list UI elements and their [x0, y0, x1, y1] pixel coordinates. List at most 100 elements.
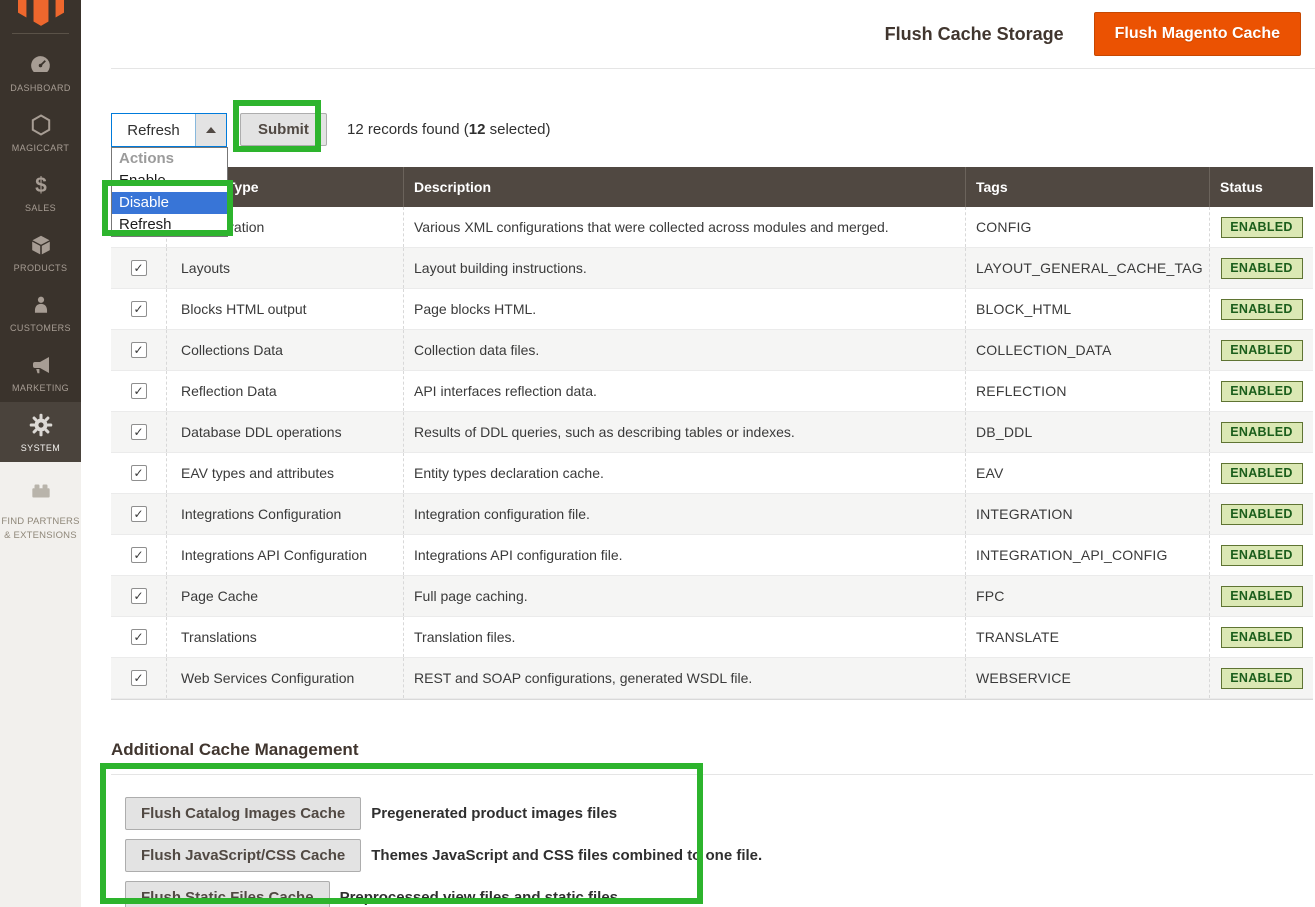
sidebar-item-marketing[interactable]: MARKETING [0, 342, 81, 402]
tags-cell: COLLECTION_DATA [965, 330, 1209, 370]
status-cell: ENABLED [1209, 494, 1313, 534]
tags-cell: BLOCK_HTML [965, 289, 1209, 329]
sidebar-item-label: MARKETING [12, 383, 69, 393]
checkbox-cell: ✓ [111, 330, 166, 370]
tags-cell: TRANSLATE [965, 617, 1209, 657]
action-select[interactable]: Refresh [111, 113, 227, 147]
status-badge: ENABLED [1221, 463, 1303, 484]
description-cell: Collection data files. [403, 330, 965, 370]
row-checkbox[interactable]: ✓ [131, 301, 147, 317]
checkbox-cell: ✓ [111, 576, 166, 616]
header-status[interactable]: Status [1209, 167, 1313, 207]
dropdown-group-label: Actions [112, 148, 227, 170]
description-cell: Translation files. [403, 617, 965, 657]
checkbox-cell: ✓ [111, 535, 166, 575]
header-tags[interactable]: Tags [965, 167, 1209, 207]
marketing-icon [29, 352, 53, 378]
checkbox-cell: ✓ [111, 617, 166, 657]
sidebar-item-label: PRODUCTS [14, 263, 68, 273]
magento-logo[interactable] [0, 0, 81, 33]
sidebar-item-find-partners[interactable]: FIND PARTNERS & EXTENSIONS [0, 478, 81, 544]
sales-icon: $ [29, 172, 53, 198]
status-cell: ENABLED [1209, 371, 1313, 411]
cache-type-cell: Integrations API Configuration [166, 535, 403, 575]
table-row: ✓Database DDL operationsResults of DDL q… [111, 412, 1313, 453]
flush-cache-storage-button[interactable]: Flush Cache Storage [885, 24, 1064, 45]
action-select-value: Refresh [112, 114, 195, 146]
row-checkbox[interactable]: ✓ [131, 342, 147, 358]
status-badge: ENABLED [1221, 299, 1303, 320]
sidebar-item-customers[interactable]: CUSTOMERS [0, 282, 81, 342]
sidebar-item-label: DASHBOARD [10, 83, 71, 93]
records-found-text: 12 records found (12 selected) [347, 121, 550, 138]
footer-label-line2: & EXTENSIONS [4, 530, 77, 541]
status-badge: ENABLED [1221, 258, 1303, 279]
status-badge: ENABLED [1221, 217, 1303, 238]
sidebar-item-products[interactable]: PRODUCTS [0, 222, 81, 282]
row-checkbox[interactable]: ✓ [131, 465, 147, 481]
sidebar-item-dashboard[interactable]: DASHBOARD [0, 42, 81, 102]
row-checkbox[interactable]: ✓ [131, 588, 147, 604]
sidebar-nav: DASHBOARD MAGICCART $ SALES PRODUCTS CUSTOMER… [0, 34, 81, 462]
customers-icon [30, 292, 52, 318]
table-row: ✓ Integrations ConfigurationIntegration c… [111, 494, 1313, 535]
row-checkbox[interactable]: ✓ [131, 670, 147, 686]
status-cell: ENABLED [1209, 207, 1313, 247]
description-cell: Integrations API configuration file. [403, 535, 965, 575]
admin-sidebar: DASHBOARD MAGICCART $ SALES PRODUCTS CUSTOMER… [0, 0, 81, 907]
row-checkbox[interactable]: ✓ [131, 629, 147, 645]
extensions-icon [27, 478, 55, 504]
table-row: ✓TranslationsTranslation files.TRANSLATE… [111, 617, 1313, 658]
description-cell: Integration configuration file. [403, 494, 965, 534]
sidebar-item-label: SALES [25, 203, 56, 213]
status-badge: ENABLED [1221, 545, 1303, 566]
svg-text:$: $ [35, 174, 47, 197]
cache-type-cell: Collections Data [166, 330, 403, 370]
table-row: ✓Web Services ConfigurationREST and SOAP… [111, 658, 1313, 699]
cache-type-cell: EAV types and attributes [166, 453, 403, 493]
caret-up-icon[interactable] [195, 114, 226, 146]
status-badge: ENABLED [1221, 422, 1303, 443]
table-row: ✓ Collections DataCollection data files.C… [111, 330, 1313, 371]
row-checkbox[interactable]: ✓ [131, 260, 147, 276]
table-row: ✓Page CacheFull page caching.FPCENABLED [111, 576, 1313, 617]
header-description[interactable]: Description [403, 167, 965, 207]
description-cell: Page blocks HTML. [403, 289, 965, 329]
status-badge: ENABLED [1221, 340, 1303, 361]
cache-type-cell: Integrations Configuration [166, 494, 403, 534]
status-badge: ENABLED [1221, 381, 1303, 402]
cache-type-cell: Reflection Data [166, 371, 403, 411]
cache-type-cell: Layouts [166, 248, 403, 288]
checkbox-cell: ✓ [111, 371, 166, 411]
magiccart-icon [29, 112, 53, 138]
status-cell: ENABLED [1209, 453, 1313, 493]
table-row: ✓ Integrations API ConfigurationIntegrati… [111, 535, 1313, 576]
checkbox-cell: ✓ [111, 494, 166, 534]
status-cell: ENABLED [1209, 535, 1313, 575]
status-badge: ENABLED [1221, 504, 1303, 525]
sidebar-item-label: MAGICCART [12, 143, 69, 153]
sidebar-item-label: CUSTOMERS [10, 323, 71, 333]
row-checkbox[interactable]: ✓ [131, 424, 147, 440]
sidebar-item-system[interactable]: SYSTEM [0, 402, 81, 462]
checkbox-cell: ✓ [111, 248, 166, 288]
page-header: Flush Cache Storage Flush Magento Cache [111, 0, 1315, 69]
description-cell: Layout building instructions. [403, 248, 965, 288]
sidebar-item-label: SYSTEM [21, 443, 60, 453]
tags-cell: CONFIG [965, 207, 1209, 247]
row-checkbox[interactable]: ✓ [131, 547, 147, 563]
sidebar-item-sales[interactable]: $ SALES [0, 162, 81, 222]
checkbox-cell: ✓ [111, 412, 166, 452]
row-checkbox[interactable]: ✓ [131, 383, 147, 399]
cache-type-cell: Database DDL operations [166, 412, 403, 452]
additional-cache-title: Additional Cache Management [111, 740, 1313, 760]
row-checkbox[interactable]: ✓ [131, 506, 147, 522]
status-badge: ENABLED [1221, 668, 1303, 689]
status-cell: ENABLED [1209, 248, 1313, 288]
status-cell: ENABLED [1209, 330, 1313, 370]
description-cell: Entity types declaration cache. [403, 453, 965, 493]
table-row: ✓LayoutsLayout building instructions.LAY… [111, 248, 1313, 289]
flush-magento-cache-button[interactable]: Flush Magento Cache [1094, 12, 1301, 56]
sidebar-item-magiccart[interactable]: MAGICCART [0, 102, 81, 162]
products-icon [29, 232, 53, 258]
